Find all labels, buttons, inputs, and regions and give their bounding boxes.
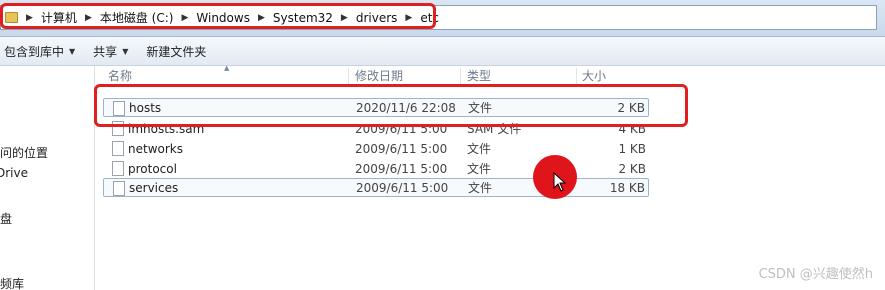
file-icon bbox=[113, 181, 125, 196]
file-name: services bbox=[129, 180, 179, 195]
file-type: 文件 bbox=[467, 142, 492, 156]
file-icon bbox=[112, 141, 124, 156]
file-size: 1 KB bbox=[618, 141, 646, 156]
include-in-library-label: 包含到库中 bbox=[4, 44, 65, 59]
navigation-pane: 访问的位置 Drive 磁盘 视频库 bbox=[0, 66, 95, 290]
column-divider[interactable] bbox=[348, 68, 349, 84]
column-header-date[interactable]: 修改日期 bbox=[355, 66, 455, 84]
file-name: protocol bbox=[128, 161, 177, 176]
column-header-type[interactable]: 类型 bbox=[467, 66, 567, 84]
share-label: 共享 bbox=[93, 44, 118, 59]
include-in-library-button[interactable]: 包含到库中 ▼ bbox=[0, 43, 85, 60]
nav-item-videos[interactable]: 视频库 bbox=[0, 275, 24, 290]
nav-item-drive[interactable]: Drive bbox=[0, 166, 28, 180]
file-date: 2009/6/11 5:00 bbox=[355, 141, 448, 156]
command-bar: 包含到库中 ▼ 共享 ▼ 新建文件夹 bbox=[0, 37, 885, 66]
file-date: 2009/6/11 5:00 bbox=[355, 161, 448, 176]
nav-item-disk[interactable]: 磁盘 bbox=[0, 210, 12, 227]
address-highlight-box bbox=[0, 3, 436, 29]
file-name: networks bbox=[128, 141, 183, 156]
share-button[interactable]: 共享 ▼ bbox=[85, 43, 138, 60]
mouse-cursor-icon bbox=[553, 172, 567, 192]
new-folder-button[interactable]: 新建文件夹 bbox=[138, 43, 216, 60]
caret-down-icon: ▼ bbox=[69, 46, 76, 56]
nav-item-recent-places[interactable]: 访问的位置 bbox=[0, 144, 48, 161]
column-divider[interactable] bbox=[460, 68, 461, 84]
file-date: 2009/6/11 5:00 bbox=[356, 180, 449, 195]
file-type: 文件 bbox=[468, 181, 493, 195]
new-folder-label: 新建文件夹 bbox=[146, 44, 207, 59]
file-icon bbox=[112, 161, 124, 176]
file-size: 18 KB bbox=[609, 180, 645, 195]
file-type: 文件 bbox=[467, 162, 492, 176]
address-bar: ▶ 计算机 ▶ 本地磁盘 (C:) ▶ Windows ▶ System32 ▶… bbox=[0, 0, 885, 37]
caret-down-icon: ▼ bbox=[122, 46, 129, 56]
file-size: 2 KB bbox=[618, 161, 646, 176]
column-header-size[interactable]: 大小 bbox=[582, 66, 642, 84]
hosts-highlight-box bbox=[94, 84, 688, 127]
file-row-networks[interactable]: networks 2009/6/11 5:00 文件 1 KB bbox=[103, 139, 649, 158]
column-header-name[interactable]: 名称 bbox=[108, 66, 348, 84]
column-divider[interactable] bbox=[576, 68, 577, 84]
watermark: CSDN @兴趣使然h bbox=[758, 267, 873, 282]
